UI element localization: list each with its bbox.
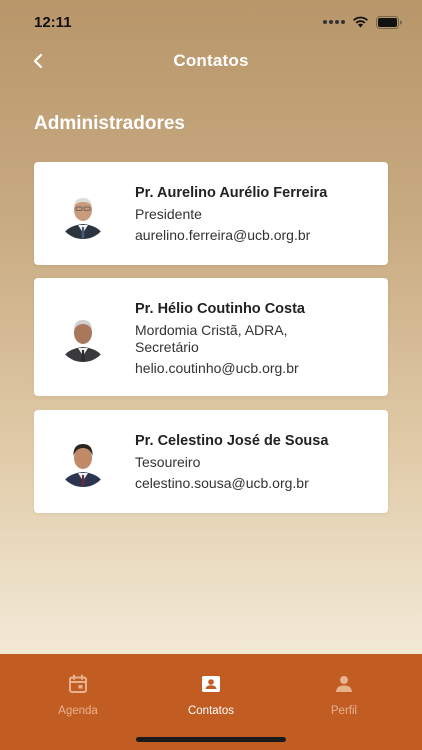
tab-label: Perfil xyxy=(330,705,358,717)
tab-contatos[interactable]: Contatos xyxy=(156,672,266,717)
calendar-icon xyxy=(68,672,88,696)
contact-card[interactable]: Pr. Aurelino Aurélio Ferreira Presidente… xyxy=(34,162,388,265)
back-button[interactable] xyxy=(26,49,50,73)
status-icons xyxy=(323,15,402,29)
contact-name: Pr. Hélio Coutinho Costa xyxy=(135,301,305,317)
contact-email[interactable]: helio.coutinho@ucb.org.br xyxy=(135,360,376,377)
navigation-bar: Contatos xyxy=(0,44,422,78)
contact-role: Presidente xyxy=(135,206,202,222)
avatar xyxy=(58,437,108,487)
contact-card[interactable]: Pr. Celestino José de Sousa Tesoureiro c… xyxy=(34,410,388,513)
wifi-icon xyxy=(352,16,369,28)
avatar xyxy=(58,189,108,239)
home-indicator[interactable] xyxy=(136,737,286,742)
status-time: 12:11 xyxy=(34,13,72,31)
contact-info: Pr. Aurelino Aurélio Ferreira Presidente… xyxy=(135,185,376,244)
contact-role: Tesoureiro xyxy=(135,454,201,470)
contact-name: Pr. Aurelino Aurélio Ferreira xyxy=(135,185,328,201)
contact-card[interactable]: Pr. Hélio Coutinho Costa Mordomia Cristã… xyxy=(34,278,388,396)
section-title: Administradores xyxy=(34,113,185,134)
chevron-left-icon xyxy=(33,53,43,69)
tab-agenda[interactable]: Agenda xyxy=(23,672,133,717)
battery-icon xyxy=(376,15,402,29)
avatar xyxy=(58,312,108,362)
contact-email[interactable]: celestino.sousa@ucb.org.br xyxy=(135,475,376,492)
tab-label: Agenda xyxy=(58,705,98,717)
tab-bar: Agenda Contatos Perfil xyxy=(0,654,422,750)
signal-icon xyxy=(323,20,345,24)
page-title: Contatos xyxy=(173,51,249,70)
contact-email[interactable]: aurelino.ferreira@ucb.org.br xyxy=(135,227,376,244)
contact-info: Pr. Hélio Coutinho Costa Mordomia Cristã… xyxy=(135,301,376,377)
status-bar: 12:11 xyxy=(0,0,422,44)
contact-role: Mordomia Cristã, ADRA, Secretário xyxy=(135,322,288,355)
contact-info: Pr. Celestino José de Sousa Tesoureiro c… xyxy=(135,433,376,492)
tab-perfil[interactable]: Perfil xyxy=(289,672,399,717)
person-icon xyxy=(335,672,353,696)
tab-label: Contatos xyxy=(187,705,235,717)
contact-card-icon xyxy=(201,672,221,696)
contact-name: Pr. Celestino José de Sousa xyxy=(135,433,329,449)
